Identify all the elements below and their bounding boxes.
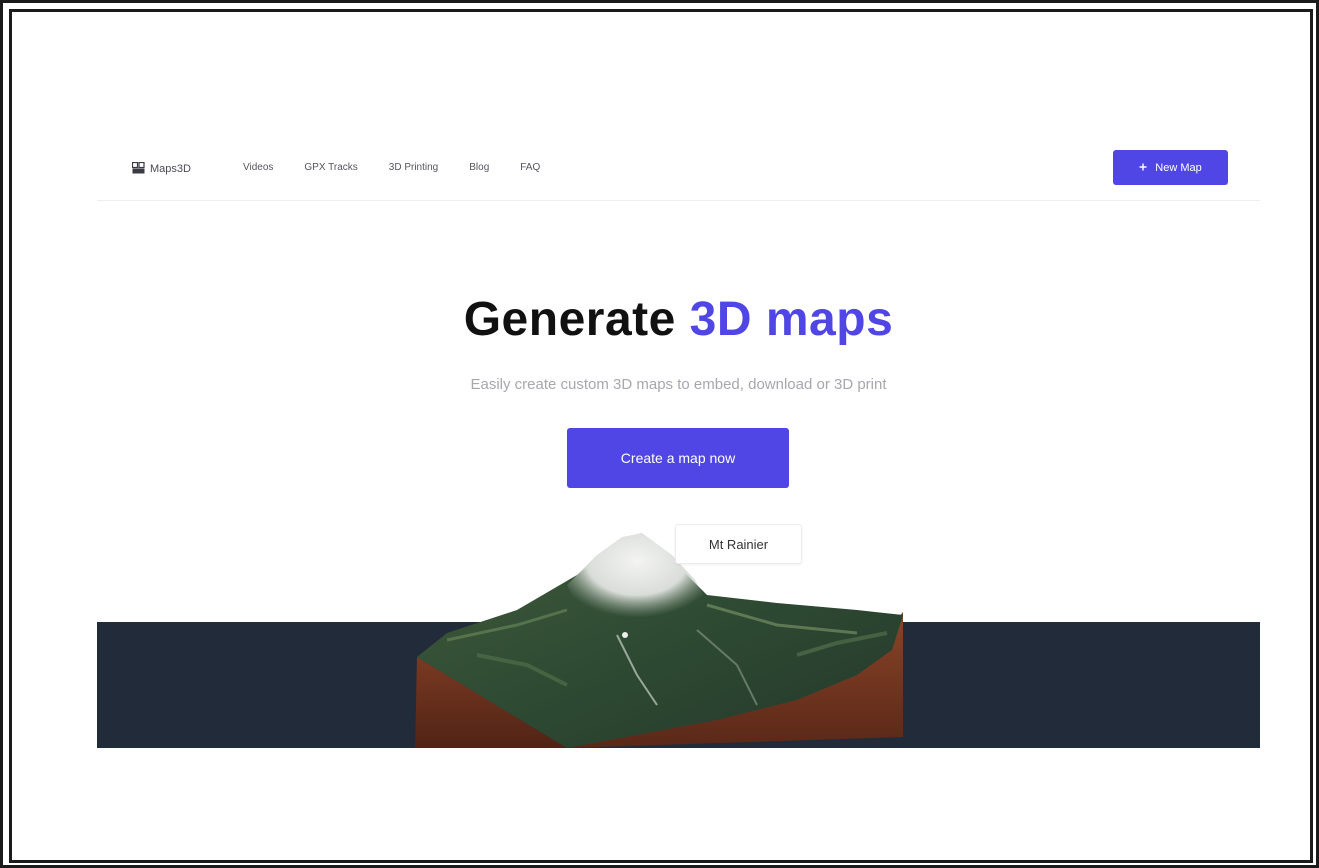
hero-subtitle: Easily create custom 3D maps to embed, d… <box>470 376 887 393</box>
location-label: Mt Rainier <box>675 524 802 564</box>
create-map-button[interactable]: Create a map now <box>567 428 789 488</box>
hero-title: Generate 3D maps <box>97 292 1260 347</box>
nav-link-faq[interactable]: FAQ <box>520 162 540 173</box>
hero-title-accent: 3D maps <box>689 293 894 346</box>
nav-link-gpx-tracks[interactable]: GPX Tracks <box>304 162 357 173</box>
map-grid-icon <box>131 161 145 177</box>
nav-link-3d-printing[interactable]: 3D Printing <box>389 162 438 173</box>
nav-link-videos[interactable]: Videos <box>243 162 273 173</box>
web-page: Maps3D Videos GPX Tracks 3D Printing Blo… <box>97 135 1260 748</box>
hero-title-main: Generate <box>463 293 676 346</box>
nav-links: Videos GPX Tracks 3D Printing Blog FAQ <box>243 162 540 173</box>
nav-link-blog[interactable]: Blog <box>469 162 489 173</box>
logo[interactable]: Maps3D <box>131 161 191 177</box>
new-map-label: New Map <box>1155 161 1202 174</box>
plus-icon <box>1139 162 1147 174</box>
top-nav: Maps3D Videos GPX Tracks 3D Printing Blo… <box>97 135 1260 201</box>
logo-text: Maps3D <box>150 163 191 175</box>
new-map-button[interactable]: New Map <box>1113 150 1228 185</box>
